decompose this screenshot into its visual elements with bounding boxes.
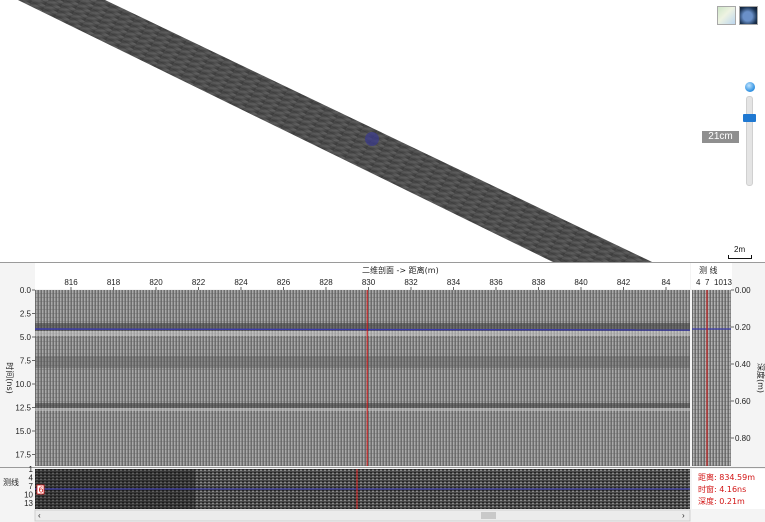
x-tick-label: 828 — [319, 278, 333, 287]
depth-tick-label: 0.40 — [735, 360, 751, 369]
x-tick-label: 84 — [662, 278, 671, 287]
zoom-slider-icon[interactable] — [745, 82, 755, 92]
strip-label: 测线 — [3, 477, 19, 487]
x-tick-label: 842 — [617, 278, 631, 287]
x-tick-label: 840 — [574, 278, 588, 287]
readout-time-window: 时窗: 4.16ns — [698, 484, 746, 494]
line-tick-label: 4 — [696, 278, 701, 287]
position-marker — [365, 132, 379, 146]
selected-line: 6 — [39, 486, 44, 495]
zoom-slider-handle[interactable] — [743, 114, 756, 122]
x-tick-label: 822 — [192, 278, 206, 287]
x-tick-label: 830 — [362, 278, 376, 287]
map-view[interactable]: 21cm 2m — [0, 0, 765, 263]
depth-tick-label: 0.20 — [735, 323, 751, 332]
time-tick-label: 2.5 — [20, 310, 32, 319]
x-tick-label: 832 — [404, 278, 418, 287]
readout-depth: 深度: 0.21m — [698, 496, 745, 506]
time-tick-label: 15.0 — [15, 427, 31, 436]
scalebar — [728, 255, 752, 259]
time-tick-label: 0.0 — [20, 286, 32, 295]
depth-tick-label: 0.60 — [735, 397, 751, 406]
satellite-layer-icon[interactable] — [739, 6, 758, 25]
depth-tick-label: 0.80 — [735, 434, 751, 443]
readout-distance: 距离: 834.59m — [698, 472, 755, 482]
line-tick-label: 7 — [705, 278, 710, 287]
x-tick-label: 826 — [277, 278, 291, 287]
line-panel-view[interactable] — [692, 290, 731, 466]
time-axis-label: 时间(ns) — [5, 362, 15, 393]
x-tick-label: 834 — [447, 278, 461, 287]
line-tick-label: 13 — [723, 278, 732, 287]
depth-axis-label: 深度(m) — [756, 363, 765, 393]
time-tick-label: 5.0 — [20, 333, 32, 342]
map-layer-icon[interactable] — [717, 6, 736, 25]
line-panel-header: 测 线 — [699, 265, 718, 275]
x-tick-label: 816 — [64, 278, 78, 287]
scan-track — [18, 0, 652, 262]
scroll-thumb[interactable] — [481, 512, 496, 519]
scroll-left-icon[interactable]: ‹ — [38, 511, 41, 520]
profile-title: 二维剖面 -> 距离(m) — [362, 265, 439, 275]
scroll-right-icon[interactable]: › — [682, 511, 685, 520]
time-tick-label: 7.5 — [20, 357, 32, 366]
scale-value: 21cm — [702, 131, 739, 143]
x-tick-label: 838 — [532, 278, 546, 287]
time-tick-label: 10.0 — [15, 380, 31, 389]
scalebar-label: 2m — [734, 245, 746, 254]
x-tick-label: 818 — [107, 278, 121, 287]
gpr-panels: 二维剖面 -> 距离(m) 816 818 820 822 824 826 828 830 83… — [0, 263, 765, 522]
x-tick-label: 824 — [234, 278, 248, 287]
depth-tick-label: 0.00 — [735, 286, 751, 295]
strip-tick-label: 13 — [24, 499, 33, 508]
zoom-slider-track[interactable] — [746, 96, 753, 186]
time-tick-label: 17.5 — [15, 451, 31, 460]
horizontal-scrollbar[interactable] — [34, 509, 691, 522]
x-tick-label: 836 — [489, 278, 503, 287]
time-tick-label: 12.5 — [15, 404, 31, 413]
x-tick-label: 820 — [149, 278, 163, 287]
map-canvas[interactable] — [0, 0, 765, 262]
